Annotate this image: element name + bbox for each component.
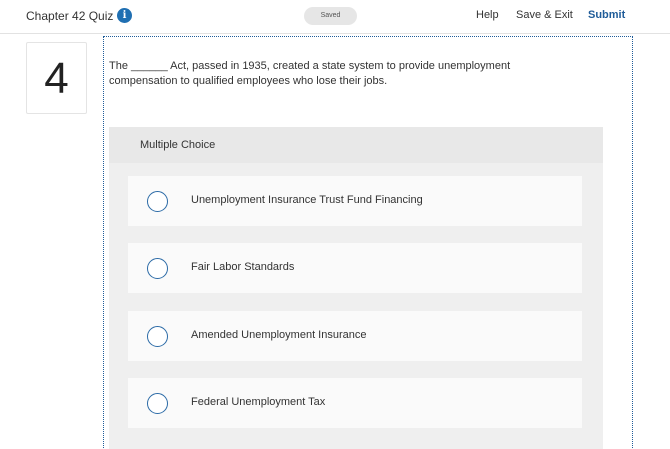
- choice-option[interactable]: Fair Labor Standards: [128, 243, 582, 293]
- question-panel: The ______ Act, passed in 1935, created …: [103, 36, 633, 449]
- choice-label: Federal Unemployment Tax: [191, 396, 326, 408]
- choice-option[interactable]: Federal Unemployment Tax: [128, 378, 582, 428]
- submit-button[interactable]: Submit: [588, 9, 625, 21]
- top-bar: Chapter 42 Quiz i Saved Help Save & Exit…: [0, 0, 670, 34]
- question-text: The ______ Act, passed in 1935, created …: [109, 60, 511, 87]
- info-icon[interactable]: i: [117, 8, 132, 23]
- choices-header: Multiple Choice: [109, 127, 603, 163]
- choice-label: Amended Unemployment Insurance: [191, 329, 367, 341]
- saved-status-badge: Saved: [304, 7, 357, 25]
- question-type-label: Multiple Choice: [140, 139, 216, 151]
- save-exit-button[interactable]: Save & Exit: [516, 9, 573, 21]
- radio-button[interactable]: [147, 326, 168, 347]
- radio-button[interactable]: [147, 191, 168, 212]
- choice-option[interactable]: Unemployment Insurance Trust Fund Financ…: [128, 176, 582, 226]
- radio-button[interactable]: [147, 393, 168, 414]
- help-link[interactable]: Help: [476, 9, 499, 21]
- choice-label: Unemployment Insurance Trust Fund Financ…: [191, 194, 423, 206]
- choice-option[interactable]: Amended Unemployment Insurance: [128, 311, 582, 361]
- question-number: 4: [26, 42, 87, 114]
- choices-area: Multiple Choice Unemployment Insurance T…: [109, 127, 603, 449]
- quiz-title: Chapter 42 Quiz: [26, 9, 114, 23]
- choice-label: Fair Labor Standards: [191, 261, 295, 273]
- radio-button[interactable]: [147, 258, 168, 279]
